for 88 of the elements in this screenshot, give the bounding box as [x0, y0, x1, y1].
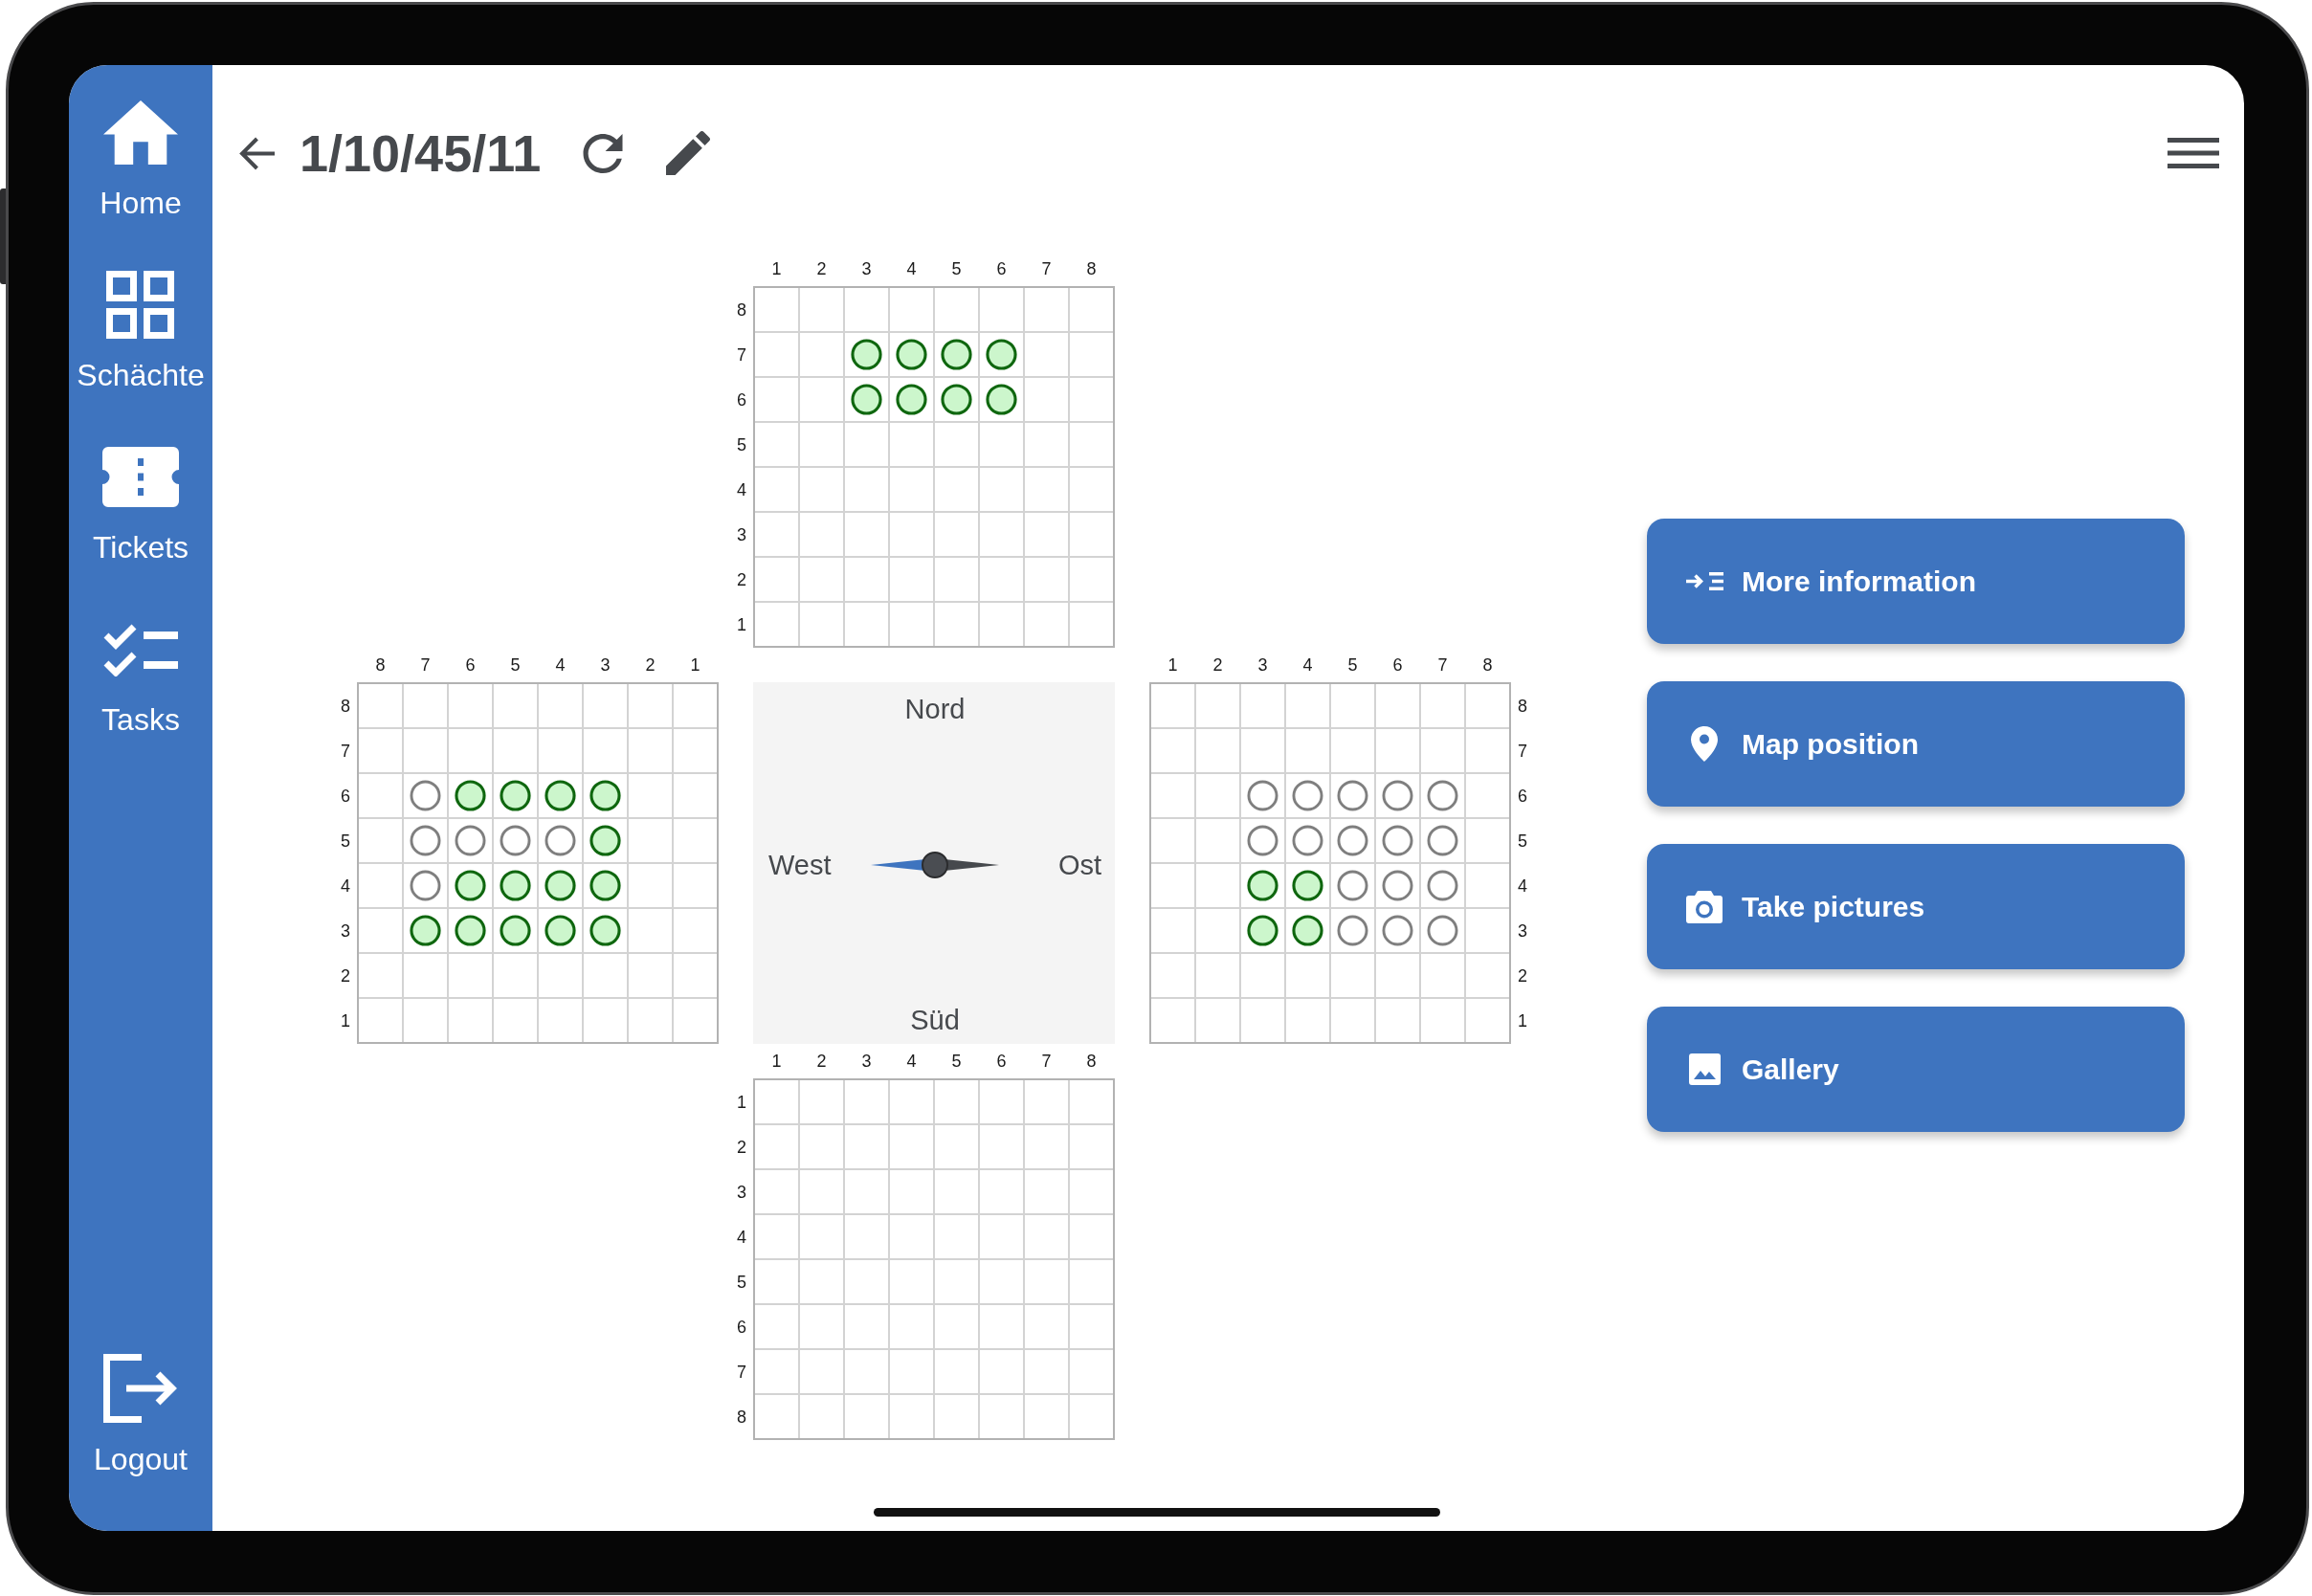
column-label: 4 — [906, 1052, 917, 1071]
page-title: 1/10/45/11 — [300, 127, 542, 179]
row-label: 7 — [341, 741, 350, 761]
column-label: 2 — [645, 655, 656, 675]
row-label: 1 — [737, 1092, 746, 1112]
row-label: 5 — [1518, 831, 1527, 851]
row-label: 3 — [1518, 920, 1527, 941]
action-button[interactable]: Map position — [1647, 681, 2185, 807]
row-label: 5 — [737, 434, 746, 454]
compass-label: Süd — [910, 1004, 960, 1036]
column-label: 3 — [861, 259, 872, 278]
column-label: 1 — [1167, 655, 1178, 675]
home-icon — [103, 100, 178, 165]
pencil-icon[interactable] — [666, 131, 711, 175]
column-label: 5 — [951, 1052, 962, 1071]
map-pin-icon — [1691, 726, 1718, 762]
column-label: 3 — [1257, 655, 1268, 675]
squares-grid-icon — [106, 270, 175, 339]
compass-label: Ost — [1057, 848, 1101, 881]
column-label: 4 — [1302, 655, 1313, 675]
row-label: 8 — [341, 696, 350, 716]
column-label: 8 — [1482, 655, 1493, 675]
row-label: 6 — [1518, 786, 1527, 806]
row-label: 4 — [737, 1227, 746, 1247]
column-label: 7 — [420, 655, 431, 675]
column-label: 8 — [1086, 1052, 1097, 1071]
row-label: 6 — [737, 389, 746, 410]
sidebar-nav-item[interactable]: Tasks — [101, 614, 180, 737]
arrow-list-icon — [1685, 572, 1723, 590]
column-label: 8 — [1086, 259, 1097, 278]
action-button[interactable]: Take pictures — [1647, 844, 2185, 969]
row-label: 5 — [341, 831, 350, 851]
column-label: 7 — [1041, 1052, 1052, 1071]
row-label: 6 — [737, 1317, 746, 1337]
sidebar-nav-item[interactable]: Logout — [94, 1354, 188, 1476]
action-button[interactable]: More information — [1647, 519, 2185, 644]
row-label: 8 — [737, 299, 746, 320]
compass-label: Nord — [904, 693, 966, 725]
sidebar-nav-item[interactable]: Schächte — [77, 270, 205, 392]
action-button[interactable]: Gallery — [1647, 1007, 2185, 1132]
column-label: 3 — [861, 1052, 872, 1071]
sidebar-nav-item[interactable]: Home — [100, 98, 182, 220]
image-icon — [1688, 1053, 1721, 1085]
column-label: 1 — [771, 1052, 782, 1071]
row-label: 1 — [341, 1010, 350, 1031]
refresh-icon[interactable] — [583, 133, 624, 173]
menu-icon[interactable] — [2168, 138, 2219, 168]
column-label: 5 — [1347, 655, 1358, 675]
sidebar-nav-item[interactable]: Tickets — [92, 442, 189, 565]
column-label: 5 — [951, 259, 962, 278]
row-label: 7 — [737, 344, 746, 365]
camera-icon — [1686, 890, 1723, 923]
column-label: 4 — [555, 655, 566, 675]
compass-label: West — [768, 848, 832, 881]
row-label: 1 — [737, 614, 746, 634]
row-label: 5 — [737, 1272, 746, 1292]
row-label: 3 — [737, 524, 746, 544]
column-label: 2 — [1212, 655, 1223, 675]
column-label: 7 — [1041, 259, 1052, 278]
row-label: 2 — [737, 569, 746, 589]
column-label: 8 — [375, 655, 386, 675]
column-label: 1 — [690, 655, 700, 675]
row-label: 6 — [341, 786, 350, 806]
ticket-icon — [102, 446, 179, 507]
column-label: 6 — [465, 655, 476, 675]
row-label: 2 — [737, 1137, 746, 1157]
column-label: 2 — [816, 1052, 827, 1071]
column-label: 7 — [1437, 655, 1448, 675]
column-label: 6 — [1392, 655, 1403, 675]
row-label: 7 — [737, 1362, 746, 1382]
row-label: 8 — [737, 1407, 746, 1427]
row-label: 3 — [737, 1182, 746, 1202]
column-label: 6 — [996, 1052, 1007, 1071]
row-label: 2 — [1518, 965, 1527, 986]
column-label: 1 — [771, 259, 782, 278]
row-label: 2 — [341, 965, 350, 986]
column-label: 4 — [906, 259, 917, 278]
row-label: 3 — [341, 920, 350, 941]
row-label: 4 — [1518, 876, 1527, 896]
row-label: 4 — [341, 876, 350, 896]
column-label: 2 — [816, 259, 827, 278]
column-label: 3 — [600, 655, 611, 675]
row-label: 1 — [1518, 1010, 1527, 1031]
row-label: 7 — [1518, 741, 1527, 761]
column-label: 6 — [996, 259, 1007, 278]
row-label: 8 — [1518, 696, 1527, 716]
row-label: 4 — [737, 479, 746, 499]
column-label: 5 — [510, 655, 521, 675]
